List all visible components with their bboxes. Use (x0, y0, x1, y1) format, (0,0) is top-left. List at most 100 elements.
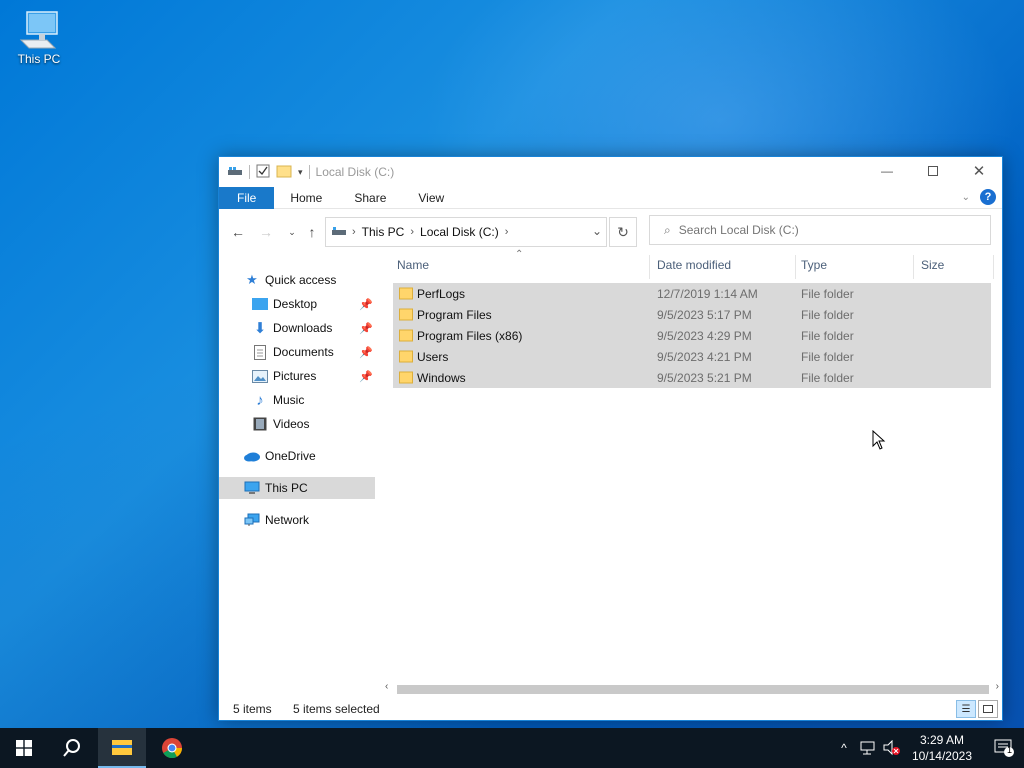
address-bar[interactable]: › This PC › Local Disk (C:) › ⌄ (325, 217, 607, 247)
nav-item-pictures[interactable]: Pictures 📌 (219, 365, 375, 387)
close-icon: ✕ (972, 163, 986, 180)
refresh-button[interactable]: ↻ (609, 217, 637, 247)
column-divider[interactable] (993, 255, 994, 279)
volume-button[interactable] (880, 728, 904, 768)
nav-item-desktop[interactable]: Desktop 📌 (219, 293, 375, 315)
window-title: Local Disk (C:) (315, 165, 395, 179)
scrollbar-thumb[interactable] (397, 685, 989, 694)
windows-logo-icon (16, 740, 32, 756)
column-divider[interactable] (795, 255, 796, 279)
file-date: 9/5/2023 5:17 PM (657, 307, 752, 322)
nav-this-pc[interactable]: This PC (219, 477, 375, 499)
nav-item-documents[interactable]: Documents 📌 (219, 341, 375, 363)
scroll-right-icon[interactable]: › (996, 681, 999, 692)
scroll-left-icon[interactable]: ‹ (385, 681, 388, 692)
tab-share[interactable]: Share (338, 187, 402, 209)
file-explorer-icon (112, 740, 132, 755)
desktop-folder-icon (251, 296, 269, 312)
pin-icon[interactable]: 📌 (359, 322, 373, 335)
nav-network[interactable]: Network (219, 509, 375, 531)
table-row[interactable]: Program Files 9/5/2023 5:17 PM File fold… (393, 304, 991, 325)
customize-toolbar-dropdown[interactable]: ▾ (298, 167, 303, 178)
column-header-name[interactable]: Name (397, 251, 429, 279)
file-date: 12/7/2019 1:14 AM (657, 286, 758, 301)
clock-date: 10/14/2023 (911, 749, 972, 763)
file-explorer-taskbar-button[interactable] (98, 728, 146, 768)
table-row[interactable]: Users 9/5/2023 4:21 PM File folder (393, 346, 991, 367)
tab-view[interactable]: View (402, 187, 460, 209)
folder-icon (399, 350, 413, 363)
pin-icon[interactable]: 📌 (359, 298, 373, 311)
nav-label: OneDrive (265, 449, 316, 463)
desktop-icon-label: This PC (17, 52, 61, 66)
search-button[interactable] (48, 728, 96, 768)
network-status-button[interactable] (856, 728, 880, 768)
nav-onedrive[interactable]: OneDrive (219, 445, 375, 467)
chevron-right-icon: › (352, 226, 356, 238)
folder-icon (399, 329, 413, 342)
video-film-icon (251, 416, 269, 432)
breadcrumb-this-pc[interactable]: This PC (362, 225, 405, 239)
chevron-right-icon[interactable]: › (505, 226, 509, 238)
network-icon (860, 741, 875, 755)
file-list: ⌃ Name Date modified Type Size PerfLogs … (391, 249, 999, 681)
nav-item-videos[interactable]: Videos (219, 413, 375, 435)
table-row[interactable]: Program Files (x86) 9/5/2023 4:29 PM Fil… (393, 325, 991, 346)
properties-icon[interactable] (256, 164, 270, 181)
search-input[interactable] (678, 223, 959, 237)
minimize-icon: — (881, 164, 893, 178)
address-history-dropdown[interactable]: ⌄ (592, 224, 602, 238)
system-tray: ^ 3:29 AM 10/14/2023 1 (832, 728, 1024, 768)
file-date: 9/5/2023 4:29 PM (657, 328, 752, 343)
search-box[interactable]: ⌕ (649, 215, 991, 245)
column-header-type[interactable]: Type (801, 251, 827, 279)
drive-icon[interactable] (227, 165, 243, 180)
up-button[interactable]: ↑ (301, 221, 323, 243)
close-button[interactable]: ✕ (956, 157, 1002, 185)
back-button[interactable]: ← (227, 221, 249, 243)
help-icon[interactable]: ? (980, 189, 996, 205)
column-divider[interactable] (649, 255, 650, 279)
table-row[interactable]: PerfLogs 12/7/2019 1:14 AM File folder (393, 283, 991, 304)
expand-ribbon-icon[interactable]: ⌄ (962, 192, 970, 203)
title-bar[interactable]: ▾ Local Disk (C:) — ✕ (219, 157, 1002, 187)
desktop-icon-this-pc[interactable]: This PC (10, 10, 68, 66)
nav-quick-access[interactable]: ★ Quick access (219, 269, 375, 291)
folder-icon (399, 287, 413, 300)
action-center-button[interactable]: 1 (984, 728, 1024, 768)
new-folder-icon[interactable] (276, 164, 292, 181)
pin-icon[interactable]: 📌 (359, 346, 373, 359)
forward-button[interactable]: → (255, 221, 277, 243)
pin-icon[interactable]: 📌 (359, 370, 373, 383)
column-header-date[interactable]: Date modified (657, 251, 731, 279)
clock-time: 3:29 AM (919, 733, 964, 747)
chevron-up-icon: ^ (841, 741, 847, 755)
recent-locations-button[interactable]: ⌄ (281, 221, 303, 243)
maximize-button[interactable] (910, 157, 956, 185)
clock[interactable]: 3:29 AM 10/14/2023 (912, 732, 972, 764)
file-name: PerfLogs (417, 286, 466, 301)
column-divider[interactable] (913, 255, 914, 279)
large-icons-view-button[interactable] (978, 700, 998, 718)
item-count: 5 items (233, 702, 272, 716)
nav-item-music[interactable]: ♪ Music (219, 389, 375, 411)
minimize-button[interactable]: — (864, 157, 910, 185)
folder-icon (399, 308, 413, 321)
show-hidden-icons-button[interactable]: ^ (832, 728, 856, 768)
search-icon (63, 739, 80, 757)
column-header-size[interactable]: Size (921, 251, 944, 279)
tab-home[interactable]: Home (274, 187, 338, 209)
horizontal-scrollbar[interactable]: ‹ › (381, 681, 1001, 697)
music-note-icon: ♪ (256, 391, 264, 409)
start-button[interactable] (0, 728, 48, 768)
table-row[interactable]: Windows 9/5/2023 5:21 PM File folder (393, 367, 991, 388)
details-view-button[interactable]: ☰ (956, 700, 976, 718)
computer-icon (19, 11, 58, 49)
breadcrumb-local-disk[interactable]: Local Disk (C:) (420, 225, 499, 239)
chrome-taskbar-button[interactable] (148, 728, 196, 768)
network-icon (243, 512, 261, 528)
window-controls: — ✕ (864, 157, 1002, 185)
tab-file[interactable]: File (219, 186, 275, 209)
chevron-right-icon: › (410, 226, 415, 238)
nav-item-downloads[interactable]: ⬇ Downloads 📌 (219, 317, 375, 339)
